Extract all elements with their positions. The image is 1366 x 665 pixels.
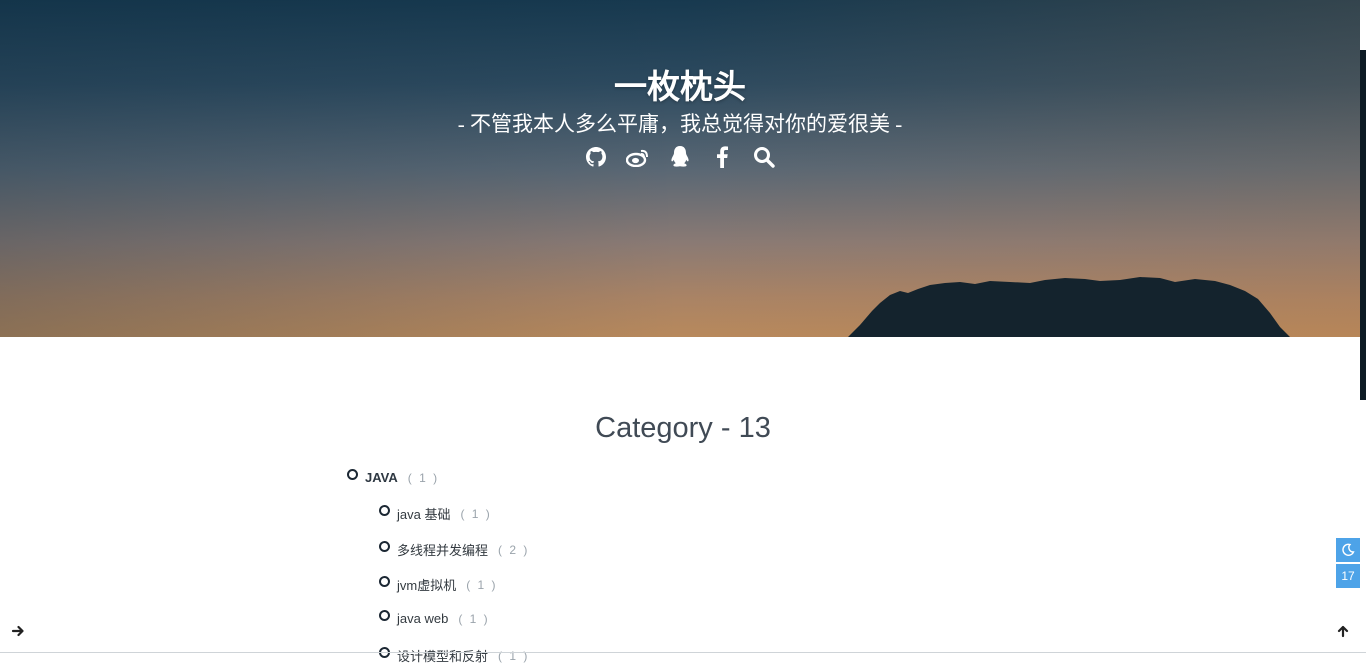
social-links bbox=[0, 144, 1360, 170]
header-banner: 一枚枕头 - 不管我本人多么平庸，我总觉得对你的爱很美 - bbox=[0, 0, 1360, 337]
circle-bullet-icon bbox=[379, 505, 390, 516]
category-item-java-web[interactable]: java web ( 1 ) bbox=[379, 610, 490, 626]
category-count: ( 1 ) bbox=[460, 506, 492, 521]
category-item-java[interactable]: JAVA ( 1 ) bbox=[347, 469, 440, 485]
moon-icon bbox=[1342, 543, 1355, 556]
circle-bullet-icon bbox=[347, 469, 358, 480]
github-icon[interactable] bbox=[583, 144, 609, 170]
category-item-jvm[interactable]: jvm虚拟机 ( 1 ) bbox=[379, 575, 498, 594]
dark-mode-button[interactable] bbox=[1336, 538, 1360, 562]
category-name: 设计模型和反射 bbox=[397, 649, 489, 664]
mountain-silhouette bbox=[848, 277, 1290, 337]
arrow-up-icon bbox=[1337, 625, 1349, 638]
circle-bullet-icon bbox=[379, 541, 390, 552]
arrow-right-icon bbox=[11, 625, 24, 637]
page-divider bbox=[0, 652, 1366, 653]
category-count: ( 2 ) bbox=[498, 542, 530, 557]
reading-progress-button[interactable]: 17 bbox=[1336, 564, 1360, 588]
back-to-top-button[interactable] bbox=[1333, 621, 1353, 641]
category-heading: Category - 13 bbox=[595, 412, 771, 444]
category-name: java web bbox=[397, 611, 449, 626]
scrollbar-track[interactable] bbox=[1360, 50, 1366, 400]
circle-bullet-icon bbox=[379, 576, 390, 587]
site-title[interactable]: 一枚枕头 bbox=[0, 60, 1360, 108]
category-item-design-patterns[interactable]: 设计模型和反射 ( 1 ) bbox=[379, 646, 529, 665]
category-name: java 基础 bbox=[397, 507, 451, 522]
facebook-icon[interactable] bbox=[709, 144, 735, 170]
category-name: jvm虚拟机 bbox=[397, 578, 457, 593]
category-count: ( 1 ) bbox=[407, 470, 440, 485]
circle-bullet-icon bbox=[379, 610, 390, 621]
qq-icon[interactable] bbox=[667, 144, 693, 170]
category-count: ( 1 ) bbox=[466, 577, 498, 592]
category-name: 多线程并发编程 bbox=[397, 543, 489, 558]
search-icon[interactable] bbox=[751, 144, 777, 170]
sidebar-toggle-button[interactable] bbox=[8, 621, 28, 641]
site-subtitle: - 不管我本人多么平庸，我总觉得对你的爱很美 - bbox=[457, 112, 903, 136]
category-name: JAVA bbox=[365, 470, 398, 485]
weibo-icon[interactable] bbox=[625, 144, 651, 170]
category-count: ( 1 ) bbox=[458, 611, 490, 626]
category-count: ( 1 ) bbox=[498, 648, 530, 663]
category-item-java-basics[interactable]: java 基础 ( 1 ) bbox=[379, 504, 492, 523]
category-item-concurrency[interactable]: 多线程并发编程 ( 2 ) bbox=[379, 540, 529, 559]
